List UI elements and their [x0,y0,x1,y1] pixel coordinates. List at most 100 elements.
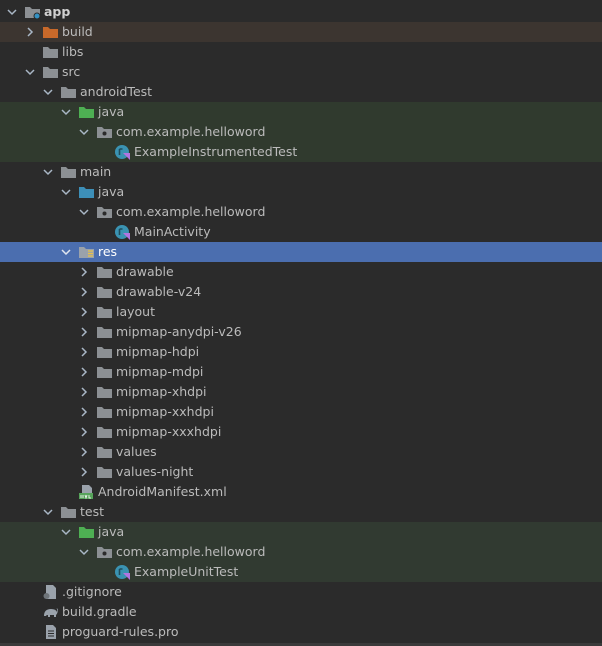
chevron-down-icon[interactable] [60,522,74,542]
kotlin-class-icon [114,562,132,582]
tree-row-gitignore[interactable]: .gitignore [0,582,602,602]
source-folder-icon [78,182,96,202]
tree-row-test[interactable]: test [0,502,602,522]
tree-label: drawable-v24 [116,284,202,299]
tree-label: ExampleInstrumentedTest [134,144,298,159]
tree-label: drawable [116,264,174,279]
tree-row-test-java[interactable]: java [0,522,602,542]
chevron-down-icon[interactable] [24,62,38,82]
text-file-icon [42,622,60,642]
tree-row-values[interactable]: values [0,442,602,462]
chevron-right-icon[interactable] [78,442,92,462]
chevron-right-icon[interactable] [78,322,92,342]
chevron-down-icon[interactable] [78,122,92,142]
tree-row-test-package[interactable]: com.example.helloword [0,542,602,562]
tree-row-main[interactable]: main [0,162,602,182]
tree-row-libs[interactable]: libs [0,42,602,62]
tree-row-drawable-v24[interactable]: drawable-v24 [0,282,602,302]
tree-label: java [98,104,125,119]
tree-label: build.gradle [62,604,137,619]
chevron-down-icon[interactable] [42,502,56,522]
tree-label: ExampleUnitTest [134,564,239,579]
tree-label: build [62,24,93,39]
folder-icon [96,382,114,402]
tree-row-src[interactable]: src [0,62,602,82]
tree-label: libs [62,44,84,59]
tree-label: java [98,524,125,539]
folder-icon [60,162,78,182]
tree-row-androidtest-package[interactable]: com.example.helloword [0,122,602,142]
chevron-right-icon[interactable] [78,422,92,442]
tree-label: AndroidManifest.xml [98,484,227,499]
tree-row-mipmap-xhdpi[interactable]: mipmap-xhdpi [0,382,602,402]
folder-icon [96,422,114,442]
tree-row-mipmap-anydpi-v26[interactable]: mipmap-anydpi-v26 [0,322,602,342]
folder-icon [96,342,114,362]
package-icon [96,542,114,562]
kotlin-class-icon [114,142,132,162]
tree-row-android-manifest[interactable]: AndroidManifest.xml [0,482,602,502]
chevron-right-icon[interactable] [78,462,92,482]
tree-label: MainActivity [134,224,211,239]
chevron-down-icon[interactable] [42,82,56,102]
folder-icon [96,322,114,342]
tree-row-mipmap-hdpi[interactable]: mipmap-hdpi [0,342,602,362]
chevron-down-icon[interactable] [42,162,56,182]
tree-row-build[interactable]: build [0,22,602,42]
tree-label: com.example.helloword [116,124,266,139]
chevron-down-icon[interactable] [60,242,74,262]
tree-label: androidTest [80,84,153,99]
tree-row-androidtest[interactable]: androidTest [0,82,602,102]
chevron-down-icon[interactable] [78,542,92,562]
tree-row-mipmap-xxxhdpi[interactable]: mipmap-xxxhdpi [0,422,602,442]
tree-row-proguard-rules[interactable]: proguard-rules.pro [0,622,602,642]
tree-label: test [80,504,105,519]
tree-label: java [98,184,125,199]
chevron-right-icon[interactable] [78,302,92,322]
tree-label: values [116,444,157,459]
chevron-right-icon[interactable] [78,382,92,402]
tree-label: mipmap-xhdpi [116,384,207,399]
tree-row-mipmap-mdpi[interactable]: mipmap-mdpi [0,362,602,382]
folder-icon [96,402,114,422]
tree-label: proguard-rules.pro [62,624,179,639]
chevron-down-icon[interactable] [60,182,74,202]
chevron-down-icon[interactable] [78,202,92,222]
tree-label: mipmap-xxxhdpi [116,424,222,439]
tree-label: layout [116,304,156,319]
gitignore-file-icon [42,582,60,602]
folder-icon [96,362,114,382]
package-icon [96,122,114,142]
chevron-right-icon[interactable] [78,362,92,382]
tree-row-layout[interactable]: layout [0,302,602,322]
tree-label: mipmap-mdpi [116,364,204,379]
chevron-right-icon[interactable] [78,262,92,282]
tree-row-drawable[interactable]: drawable [0,262,602,282]
tree-row-main-package[interactable]: com.example.helloword [0,202,602,222]
chevron-down-icon[interactable] [60,102,74,122]
chevron-right-icon[interactable] [78,402,92,422]
tree-row-main-activity[interactable]: MainActivity [0,222,602,242]
tree-row-build-gradle[interactable]: build.gradle [0,602,602,622]
tree-row-example-unit-test[interactable]: ExampleUnitTest [0,562,602,582]
folder-icon [42,42,60,62]
tree-label: mipmap-anydpi-v26 [116,324,242,339]
package-icon [96,202,114,222]
tree-row-values-night[interactable]: values-night [0,462,602,482]
tree-label: com.example.helloword [116,204,266,219]
chevron-down-icon[interactable] [6,2,20,22]
folder-icon [42,62,60,82]
chevron-right-icon[interactable] [24,22,38,42]
folder-icon [96,442,114,462]
tree-label: app [44,4,71,19]
gradle-file-icon [42,602,60,622]
tree-row-res[interactable]: res [0,242,602,262]
tree-row-example-instrumented-test[interactable]: ExampleInstrumentedTest [0,142,602,162]
tree-row-main-java[interactable]: java [0,182,602,202]
tree-row-mipmap-xxhdpi[interactable]: mipmap-xxhdpi [0,402,602,422]
tree-row-androidtest-java[interactable]: java [0,102,602,122]
chevron-right-icon[interactable] [78,342,92,362]
chevron-right-icon[interactable] [78,282,92,302]
folder-icon [96,462,114,482]
tree-row-app[interactable]: app [0,2,602,22]
